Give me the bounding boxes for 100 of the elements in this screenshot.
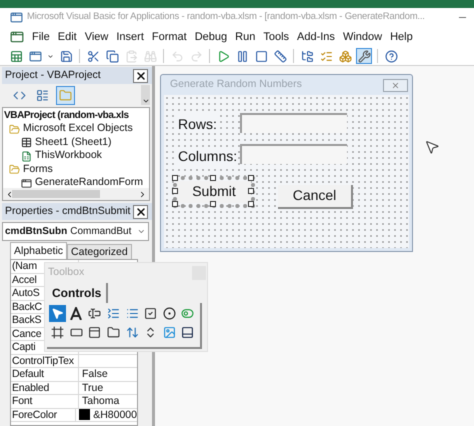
tree-item[interactable]: Forms bbox=[23, 162, 53, 178]
frame-icon bbox=[51, 326, 64, 339]
tab[interactable]: Alphabetic bbox=[10, 242, 68, 259]
property-name[interactable]: Enabled bbox=[12, 382, 50, 394]
code-icon bbox=[13, 88, 26, 102]
menu-item[interactable]: Tools bbox=[263, 28, 290, 46]
toolbar-button[interactable] bbox=[58, 48, 74, 64]
property-name[interactable]: Default bbox=[12, 368, 44, 380]
resize-handle[interactable] bbox=[248, 175, 254, 181]
tree-item[interactable]: GenerateRandomForm bbox=[35, 175, 143, 188]
menu-item[interactable]: Format bbox=[152, 28, 187, 46]
close-icon bbox=[391, 80, 400, 90]
resize-handle[interactable] bbox=[172, 175, 178, 181]
undo-icon bbox=[170, 50, 184, 62]
image-icon bbox=[162, 326, 176, 339]
folder-icon bbox=[106, 326, 120, 339]
menu-item[interactable]: Window bbox=[342, 28, 382, 46]
menu-item[interactable]: File bbox=[32, 28, 50, 46]
folder-icon bbox=[59, 88, 72, 102]
wrench-icon bbox=[358, 50, 370, 62]
menu-item[interactable]: View bbox=[84, 28, 108, 46]
property-name[interactable]: Accel bbox=[12, 274, 37, 286]
tree-item[interactable]: Microsoft Excel Objects bbox=[23, 121, 133, 138]
resize-handle[interactable] bbox=[172, 201, 178, 207]
help-icon bbox=[384, 50, 398, 62]
property-name[interactable]: ControlTipTex bbox=[12, 354, 74, 367]
toolbar-button[interactable] bbox=[8, 48, 24, 64]
tree-item[interactable]: VBAProject (random-vba.xls bbox=[4, 108, 129, 124]
property-value[interactable]: True bbox=[82, 382, 104, 394]
form-button[interactable]: Cancel bbox=[278, 184, 353, 208]
toggle-icon bbox=[181, 307, 194, 320]
menu-item[interactable]: Help bbox=[390, 28, 413, 46]
tool-button[interactable] bbox=[68, 305, 85, 322]
menu-item[interactable]: Add-Ins bbox=[297, 28, 335, 46]
toolbar-button[interactable] bbox=[383, 48, 399, 64]
property-name[interactable]: Font bbox=[12, 395, 32, 408]
property-name[interactable]: (Nam bbox=[12, 260, 37, 272]
pane-title: Project - VBAProject bbox=[5, 68, 101, 83]
close-icon bbox=[134, 206, 146, 218]
window-icon bbox=[28, 50, 42, 62]
view-button[interactable] bbox=[56, 86, 75, 104]
userform-title: Generate Random Numbers bbox=[170, 77, 302, 92]
vba-icon bbox=[10, 30, 24, 44]
list-icon bbox=[320, 50, 332, 62]
scroll-left-icon bbox=[5, 190, 14, 198]
pane-title: Properties - cmdBtnSubmit bbox=[5, 204, 130, 219]
tool-button[interactable] bbox=[160, 305, 178, 322]
tab-strip-icon bbox=[88, 326, 102, 339]
object-dropdown[interactable]: cmdBtnSubn CommandBut bbox=[2, 222, 149, 241]
form-button[interactable]: Submit bbox=[177, 180, 251, 202]
property-name[interactable]: Capti bbox=[12, 341, 36, 354]
redo-icon bbox=[190, 50, 202, 62]
tree-item[interactable]: ThisWorkbook bbox=[35, 148, 102, 164]
menu-item[interactable]: Insert bbox=[116, 28, 144, 46]
cut-icon bbox=[86, 50, 100, 62]
property-name[interactable]: Cance bbox=[12, 328, 42, 340]
resize-handle[interactable] bbox=[248, 188, 254, 194]
toolbar-button[interactable] bbox=[356, 48, 372, 64]
scroll-icon bbox=[126, 326, 138, 339]
property-value[interactable]: False bbox=[82, 368, 108, 380]
property-name[interactable]: AutoS bbox=[12, 287, 40, 300]
text-box-icon bbox=[88, 307, 102, 320]
toolbar-button[interactable] bbox=[337, 48, 353, 64]
window-title: Microsoft Visual Basic for Applications - random-vba.xlsm - [random-vba.xlsm - GenerateRandom... bbox=[27, 10, 425, 24]
horizontal-scrollbar[interactable] bbox=[3, 188, 149, 200]
radio-icon bbox=[162, 307, 176, 320]
menu-item[interactable]: Run bbox=[235, 28, 256, 46]
list-box-icon bbox=[126, 307, 138, 320]
menu-item[interactable]: Debug bbox=[194, 28, 228, 46]
property-name[interactable]: ForeColor bbox=[12, 408, 57, 421]
play-icon bbox=[216, 50, 230, 62]
resize-handle[interactable] bbox=[210, 175, 216, 181]
property-value[interactable]: &H80000 bbox=[93, 408, 137, 421]
spreadsheet-icon bbox=[10, 50, 22, 62]
copy-icon bbox=[106, 50, 118, 62]
resize-handle[interactable] bbox=[210, 201, 216, 207]
vertical-scrollbar[interactable] bbox=[141, 85, 150, 105]
property-name[interactable]: BackC bbox=[12, 300, 42, 313]
close-button[interactable] bbox=[133, 204, 148, 218]
property-value[interactable]: Tahoma bbox=[82, 395, 120, 408]
toolbar-button[interactable] bbox=[299, 48, 315, 64]
menu-item[interactable]: Edit bbox=[58, 28, 77, 46]
folder-tree-icon bbox=[300, 50, 314, 62]
toolbar-button[interactable] bbox=[253, 48, 269, 64]
pause-icon bbox=[236, 50, 248, 62]
tree-item[interactable]: Sheet1 (Sheet1) bbox=[35, 134, 112, 151]
folder-icon bbox=[9, 164, 20, 176]
pointer-icon bbox=[51, 307, 64, 320]
property-name[interactable]: BackS bbox=[12, 314, 42, 326]
resize-handle[interactable] bbox=[248, 201, 254, 207]
close-button[interactable] bbox=[133, 68, 148, 82]
toolbar-button[interactable] bbox=[104, 48, 120, 64]
resize-handle[interactable] bbox=[172, 188, 178, 194]
paste-icon bbox=[124, 50, 138, 62]
scroll-down-icon bbox=[142, 97, 150, 105]
tool-button[interactable] bbox=[49, 324, 66, 341]
toolbar-button[interactable] bbox=[272, 48, 288, 64]
folder-icon bbox=[9, 124, 20, 135]
tab[interactable]: Categorized bbox=[67, 244, 132, 259]
toolbar-button[interactable] bbox=[85, 48, 101, 64]
